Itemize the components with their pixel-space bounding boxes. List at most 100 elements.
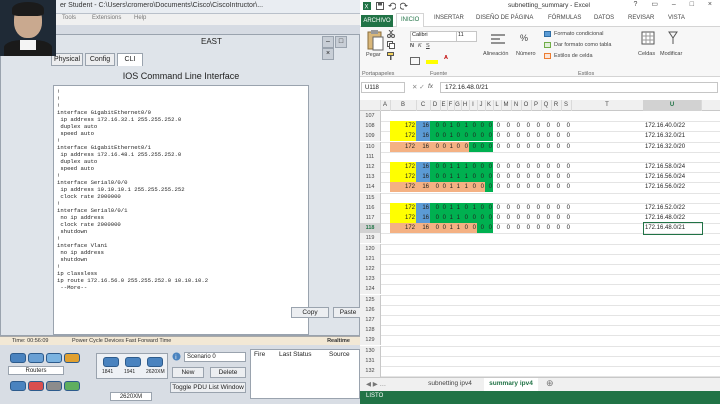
device-type-icon[interactable] <box>10 381 26 391</box>
hub-category-icon[interactable] <box>46 353 62 363</box>
cell-g112[interactable]: 1 <box>454 162 461 172</box>
percent-icon[interactable]: % <box>520 33 528 43</box>
row-header[interactable]: 112 <box>360 162 381 172</box>
cell-h108[interactable]: 1 <box>461 121 469 132</box>
cell-l109[interactable]: 0 <box>493 131 501 141</box>
cell-d117[interactable]: 0 <box>430 213 440 223</box>
fx-icon[interactable]: fx <box>428 83 433 90</box>
cell-c114[interactable]: 16 <box>416 182 430 193</box>
cell-l114[interactable]: 0 <box>493 182 501 192</box>
cell-f118[interactable]: 1 <box>447 223 454 234</box>
cell-n109[interactable]: 0 <box>511 131 521 141</box>
cell-d109[interactable]: 0 <box>430 131 440 142</box>
borders-icon[interactable] <box>410 57 420 65</box>
cell-m117[interactable]: 0 <box>501 213 511 223</box>
row-header[interactable]: 107 <box>360 111 381 121</box>
cell-r109[interactable]: 0 <box>551 131 561 141</box>
cell-e109[interactable]: 0 <box>440 131 447 142</box>
cell-e112[interactable]: 0 <box>440 162 447 172</box>
cell-d110[interactable]: 0 <box>430 141 440 152</box>
tab-insertar[interactable]: INSERTAR <box>434 15 464 21</box>
cell-c108[interactable]: 16 <box>416 121 430 132</box>
cell-j113[interactable]: 0 <box>477 172 485 183</box>
tab-cli[interactable]: CLI <box>117 53 143 66</box>
model-1841-icon[interactable] <box>103 357 119 367</box>
cell-k114[interactable]: 0 <box>485 182 493 193</box>
cell-d118[interactable]: 0 <box>430 223 440 234</box>
cell-r116[interactable]: 0 <box>551 203 561 213</box>
cell-u108[interactable]: 172.16.40.0/22 <box>643 121 701 131</box>
cell-q109[interactable]: 0 <box>541 131 551 141</box>
menu-extensions[interactable]: Extensions <box>92 15 121 21</box>
cell-r112[interactable]: 0 <box>551 162 561 172</box>
row-header[interactable]: 109 <box>360 131 381 142</box>
cell-b113[interactable]: 172 <box>390 172 416 183</box>
cell-n108[interactable]: 0 <box>511 121 521 131</box>
tab-inicio[interactable]: INICIO <box>396 13 425 28</box>
fill-color-icon[interactable] <box>426 60 438 64</box>
cell-styles-icon[interactable] <box>544 53 551 59</box>
row-header[interactable]: 110 <box>360 141 381 152</box>
cell-l110[interactable]: 0 <box>493 142 501 152</box>
save-icon[interactable] <box>376 2 384 10</box>
conditional-format-button[interactable]: Formato condicional <box>554 31 604 37</box>
cell-m113[interactable]: 0 <box>501 172 511 182</box>
row-header[interactable]: 121 <box>360 253 381 264</box>
row-header[interactable]: 128 <box>360 325 381 336</box>
cell-g117[interactable]: 1 <box>454 213 461 223</box>
cell-h109[interactable]: 0 <box>461 131 469 142</box>
sim-actions[interactable]: Power Cycle Devices Fast Forward Time <box>72 338 171 344</box>
cell-o117[interactable]: 0 <box>521 213 531 223</box>
row-header[interactable]: 122 <box>360 264 381 274</box>
row-header[interactable]: 108 <box>360 121 381 132</box>
cell-f113[interactable]: 1 <box>447 172 454 183</box>
menu-tools[interactable]: Tools <box>62 15 76 21</box>
cell-p116[interactable]: 0 <box>531 203 541 213</box>
cell-m118[interactable]: 0 <box>501 223 511 233</box>
cell-e113[interactable]: 0 <box>440 172 447 183</box>
row-header[interactable]: 125 <box>360 294 381 305</box>
cell-c112[interactable]: 16 <box>416 162 430 172</box>
row-header[interactable]: 123 <box>360 274 381 285</box>
cell-e117[interactable]: 0 <box>440 213 447 223</box>
cell-h116[interactable]: 0 <box>461 202 469 213</box>
cell-i108[interactable]: 0 <box>469 121 477 132</box>
realtime-mode[interactable]: Realtime <box>327 338 350 344</box>
cell-c116[interactable]: 16 <box>416 202 430 213</box>
cell-s109[interactable]: 0 <box>561 131 571 141</box>
end-device-icon[interactable] <box>46 381 62 391</box>
cell-f112[interactable]: 1 <box>447 162 454 172</box>
cell-r114[interactable]: 0 <box>551 182 561 192</box>
tab-formulas[interactable]: FÓRMULAS <box>548 15 581 21</box>
cell-k113[interactable]: 0 <box>485 172 493 183</box>
cell-m114[interactable]: 0 <box>501 182 511 192</box>
cell-o109[interactable]: 0 <box>521 131 531 141</box>
cell-d108[interactable]: 0 <box>430 121 440 132</box>
cell-c113[interactable]: 16 <box>416 172 430 183</box>
cell-q108[interactable]: 0 <box>541 121 551 131</box>
switch-category-icon[interactable] <box>28 353 44 363</box>
row-header[interactable]: 111 <box>360 151 381 162</box>
cell-o118[interactable]: 0 <box>521 223 531 233</box>
cell-k108[interactable]: 0 <box>485 121 493 132</box>
column-header-t[interactable]: T <box>571 100 644 111</box>
cell-i117[interactable]: 0 <box>469 213 477 223</box>
cell-g114[interactable]: 1 <box>454 182 461 193</box>
cell-s110[interactable]: 0 <box>561 142 571 152</box>
cell-g118[interactable]: 1 <box>454 223 461 234</box>
cell-l108[interactable]: 0 <box>493 121 501 131</box>
row-header[interactable]: 129 <box>360 335 381 346</box>
cell-k109[interactable]: 0 <box>485 131 493 142</box>
cell-s113[interactable]: 0 <box>561 172 571 182</box>
cell-l117[interactable]: 0 <box>493 213 501 223</box>
sheet-nav-icon[interactable]: ◀ ▶ … <box>366 380 386 388</box>
cell-l112[interactable]: 0 <box>493 162 501 172</box>
cell-q117[interactable]: 0 <box>541 213 551 223</box>
cell-l116[interactable]: 0 <box>493 203 501 213</box>
cell-i112[interactable]: 0 <box>469 162 477 172</box>
format-painter-icon[interactable] <box>387 52 395 60</box>
row-header[interactable]: 127 <box>360 315 381 325</box>
cell-o116[interactable]: 0 <box>521 203 531 213</box>
cell-k110[interactable]: 0 <box>485 141 493 152</box>
row-header[interactable]: 124 <box>360 284 381 295</box>
